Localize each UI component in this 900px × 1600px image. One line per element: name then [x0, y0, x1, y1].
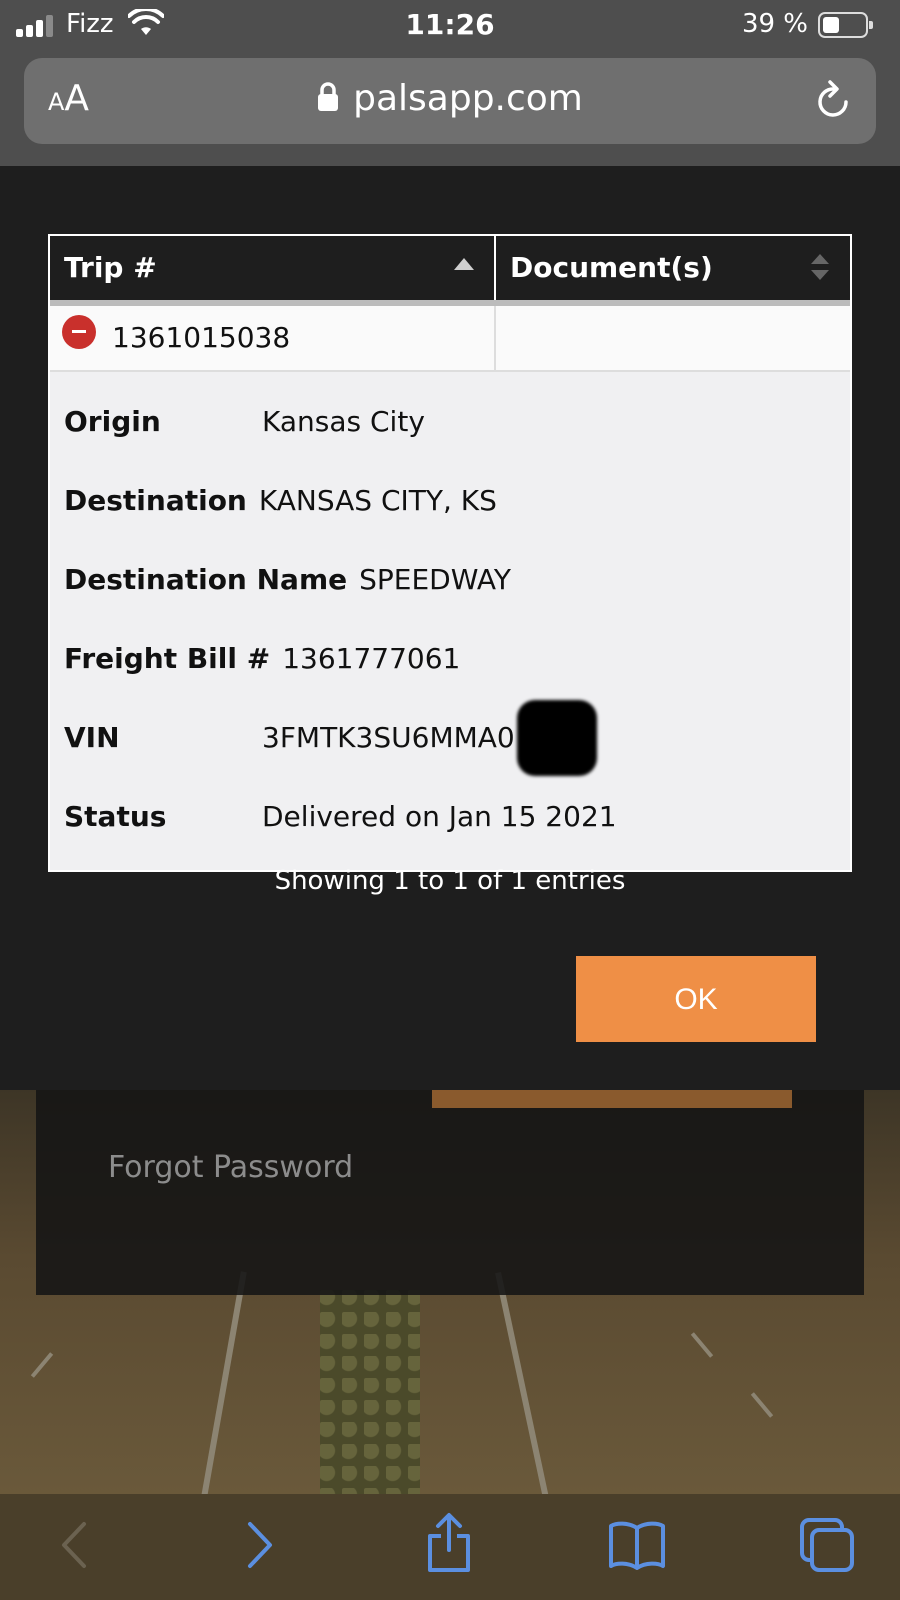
back-icon[interactable]	[56, 1520, 90, 1570]
login-panel	[36, 1090, 864, 1295]
url-text: palsapp.com	[353, 78, 583, 119]
tabs-icon[interactable]	[798, 1516, 858, 1576]
sort-icon	[811, 254, 829, 280]
address-bar[interactable]: AA palsapp.com	[24, 58, 876, 144]
status-bar: Fizz 11:26 39 %	[0, 0, 900, 50]
lock-icon	[318, 82, 339, 111]
row-details: Origin Kansas City Destination KANSAS CI…	[50, 372, 850, 870]
share-icon[interactable]	[424, 1512, 474, 1574]
detail-label: VIN	[64, 721, 120, 754]
trip-table: Trip # Document(s) 1361015038 Origin Kan…	[48, 234, 852, 872]
documents-cell	[496, 306, 850, 370]
detail-value: Delivered on Jan 15 2021	[262, 800, 617, 833]
browser-toolbar	[0, 1494, 900, 1600]
battery-icon	[818, 12, 873, 38]
detail-label: Freight Bill #	[64, 642, 271, 675]
battery-percent: 39 %	[741, 9, 808, 39]
forgot-password-link[interactable]: Forgot Password	[108, 1150, 353, 1185]
redaction-mark	[516, 699, 597, 776]
detail-destination: Destination KANSAS CITY, KS	[64, 461, 850, 540]
detail-value: KANSAS CITY, KS	[258, 484, 497, 517]
trip-number: 1361015038	[112, 321, 291, 354]
reload-icon[interactable]	[814, 78, 854, 122]
detail-value: Kansas City	[262, 405, 425, 438]
url-display[interactable]: palsapp.com	[24, 78, 876, 119]
detail-label: Destination	[64, 484, 247, 517]
detail-vin: VIN 3FMTK3SU6MMA0	[64, 698, 850, 777]
detail-origin: Origin Kansas City	[64, 382, 850, 461]
bookmarks-icon[interactable]	[608, 1520, 666, 1570]
forward-icon[interactable]	[244, 1520, 278, 1570]
column-label-documents: Document(s)	[510, 251, 713, 284]
column-label-trip: Trip #	[64, 251, 157, 284]
browser-chrome: Fizz 11:26 39 % AA palsapp.com	[0, 0, 900, 166]
column-header-documents[interactable]: Document(s)	[496, 236, 850, 300]
table-header: Trip # Document(s)	[50, 236, 850, 306]
detail-value: 1361777061	[282, 642, 461, 675]
table-info: Showing 1 to 1 of 1 entries	[274, 866, 626, 896]
table-row[interactable]: 1361015038	[50, 306, 850, 372]
detail-label: Status	[64, 800, 167, 833]
detail-freight-bill: Freight Bill # 1361777061	[64, 619, 850, 698]
ok-button[interactable]: OK	[576, 956, 816, 1042]
detail-label: Origin	[64, 405, 161, 438]
trip-modal: Trip # Document(s) 1361015038 Origin Kan…	[0, 166, 900, 1090]
detail-label: Destination Name	[64, 563, 348, 596]
detail-value: 3FMTK3SU6MMA0	[262, 721, 515, 754]
collapse-row-icon[interactable]	[62, 315, 96, 349]
trip-cell[interactable]: 1361015038	[50, 306, 496, 370]
detail-value: SPEEDWAY	[359, 563, 511, 596]
detail-status: Status Delivered on Jan 15 2021	[64, 777, 850, 856]
login-button-edge	[432, 1090, 792, 1108]
column-header-trip[interactable]: Trip #	[50, 236, 496, 300]
sort-ascending-icon	[454, 258, 474, 270]
detail-destination-name: Destination Name SPEEDWAY	[64, 540, 850, 619]
